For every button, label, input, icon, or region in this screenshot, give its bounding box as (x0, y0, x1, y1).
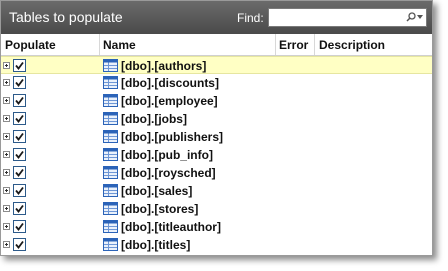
checkmark-icon (15, 240, 24, 249)
populate-checkbox[interactable] (13, 184, 26, 197)
column-divider[interactable] (314, 34, 315, 55)
find-input[interactable] (271, 10, 401, 26)
table-row[interactable]: [dbo].[pub_info] (1, 146, 432, 164)
table-name: [dbo].[discounts] (121, 76, 219, 90)
populate-checkbox[interactable] (13, 220, 26, 233)
table-name: [dbo].[employee] (121, 94, 218, 108)
table-row[interactable]: [dbo].[jobs] (1, 110, 432, 128)
table-icon (103, 59, 118, 72)
expand-plus-icon[interactable] (3, 169, 10, 176)
table-icon (103, 166, 118, 179)
expand-plus-icon[interactable] (3, 151, 10, 158)
find-field[interactable] (268, 8, 427, 27)
table-row[interactable]: [dbo].[titleauthor] (1, 218, 432, 236)
table-icon (103, 76, 118, 89)
column-header-row: Populate Name Error Description (1, 34, 432, 56)
table-row[interactable]: [dbo].[employee] (1, 92, 432, 110)
checkmark-icon (15, 204, 24, 213)
table-icon (103, 184, 118, 197)
table-row[interactable]: [dbo].[titles] (1, 236, 432, 254)
table-icon (103, 130, 118, 143)
populate-checkbox[interactable] (13, 130, 26, 143)
checkmark-icon (15, 150, 24, 159)
table-icon (103, 202, 118, 215)
checkmark-icon (15, 78, 24, 87)
table-icon (103, 238, 118, 251)
panel-title: Tables to populate (9, 9, 123, 25)
table-name: [dbo].[titleauthor] (121, 220, 221, 234)
table-name: [dbo].[authors] (121, 59, 207, 73)
expand-plus-icon[interactable] (3, 62, 10, 69)
column-header-description[interactable]: Description (319, 38, 385, 52)
expand-plus-icon[interactable] (3, 223, 10, 230)
column-divider[interactable] (275, 34, 276, 55)
expand-plus-icon[interactable] (3, 205, 10, 212)
table-name: [dbo].[sales] (121, 184, 193, 198)
column-header-populate[interactable]: Populate (5, 38, 56, 52)
find-label: Find: (237, 11, 264, 25)
table-row[interactable]: [dbo].[roysched] (1, 164, 432, 182)
table-row[interactable]: [dbo].[discounts] (1, 74, 432, 92)
table-icon (103, 220, 118, 233)
table-row[interactable]: [dbo].[authors] (1, 56, 432, 74)
table-list: [dbo].[authors] [dbo].[discounts] [dbo].[e… (1, 56, 432, 254)
table-name: [dbo].[publishers] (121, 130, 223, 144)
checkmark-icon (15, 222, 24, 231)
table-row[interactable]: [dbo].[publishers] (1, 128, 432, 146)
expand-plus-icon[interactable] (3, 241, 10, 248)
checkmark-icon (15, 114, 24, 123)
column-header-error[interactable]: Error (279, 38, 308, 52)
expand-plus-icon[interactable] (3, 115, 10, 122)
populate-checkbox[interactable] (13, 148, 26, 161)
populate-checkbox[interactable] (13, 59, 26, 72)
table-row[interactable]: [dbo].[sales] (1, 182, 432, 200)
checkmark-icon (15, 186, 24, 195)
table-name: [dbo].[stores] (121, 202, 199, 216)
checkmark-icon (15, 132, 24, 141)
column-header-name[interactable]: Name (103, 38, 136, 52)
checkmark-icon (15, 96, 24, 105)
table-icon (103, 112, 118, 125)
search-dropdown-icon[interactable] (404, 10, 424, 25)
populate-checkbox[interactable] (13, 94, 26, 107)
expand-plus-icon[interactable] (3, 133, 10, 140)
table-icon (103, 148, 118, 161)
table-name: [dbo].[jobs] (121, 112, 187, 126)
populate-checkbox[interactable] (13, 112, 26, 125)
populate-checkbox[interactable] (13, 238, 26, 251)
expand-plus-icon[interactable] (3, 79, 10, 86)
tables-to-populate-panel: Tables to populate Find: Populate Name E… (0, 0, 433, 256)
table-icon (103, 94, 118, 107)
column-divider[interactable] (99, 34, 100, 55)
expand-plus-icon[interactable] (3, 97, 10, 104)
expand-plus-icon[interactable] (3, 187, 10, 194)
checkmark-icon (15, 61, 24, 70)
table-name: [dbo].[pub_info] (121, 148, 213, 162)
populate-checkbox[interactable] (13, 166, 26, 179)
panel-header: Tables to populate Find: (1, 1, 432, 34)
populate-checkbox[interactable] (13, 76, 26, 89)
populate-checkbox[interactable] (13, 202, 26, 215)
table-row[interactable]: [dbo].[stores] (1, 200, 432, 218)
table-name: [dbo].[titles] (121, 238, 191, 252)
checkmark-icon (15, 168, 24, 177)
table-name: [dbo].[roysched] (121, 166, 216, 180)
